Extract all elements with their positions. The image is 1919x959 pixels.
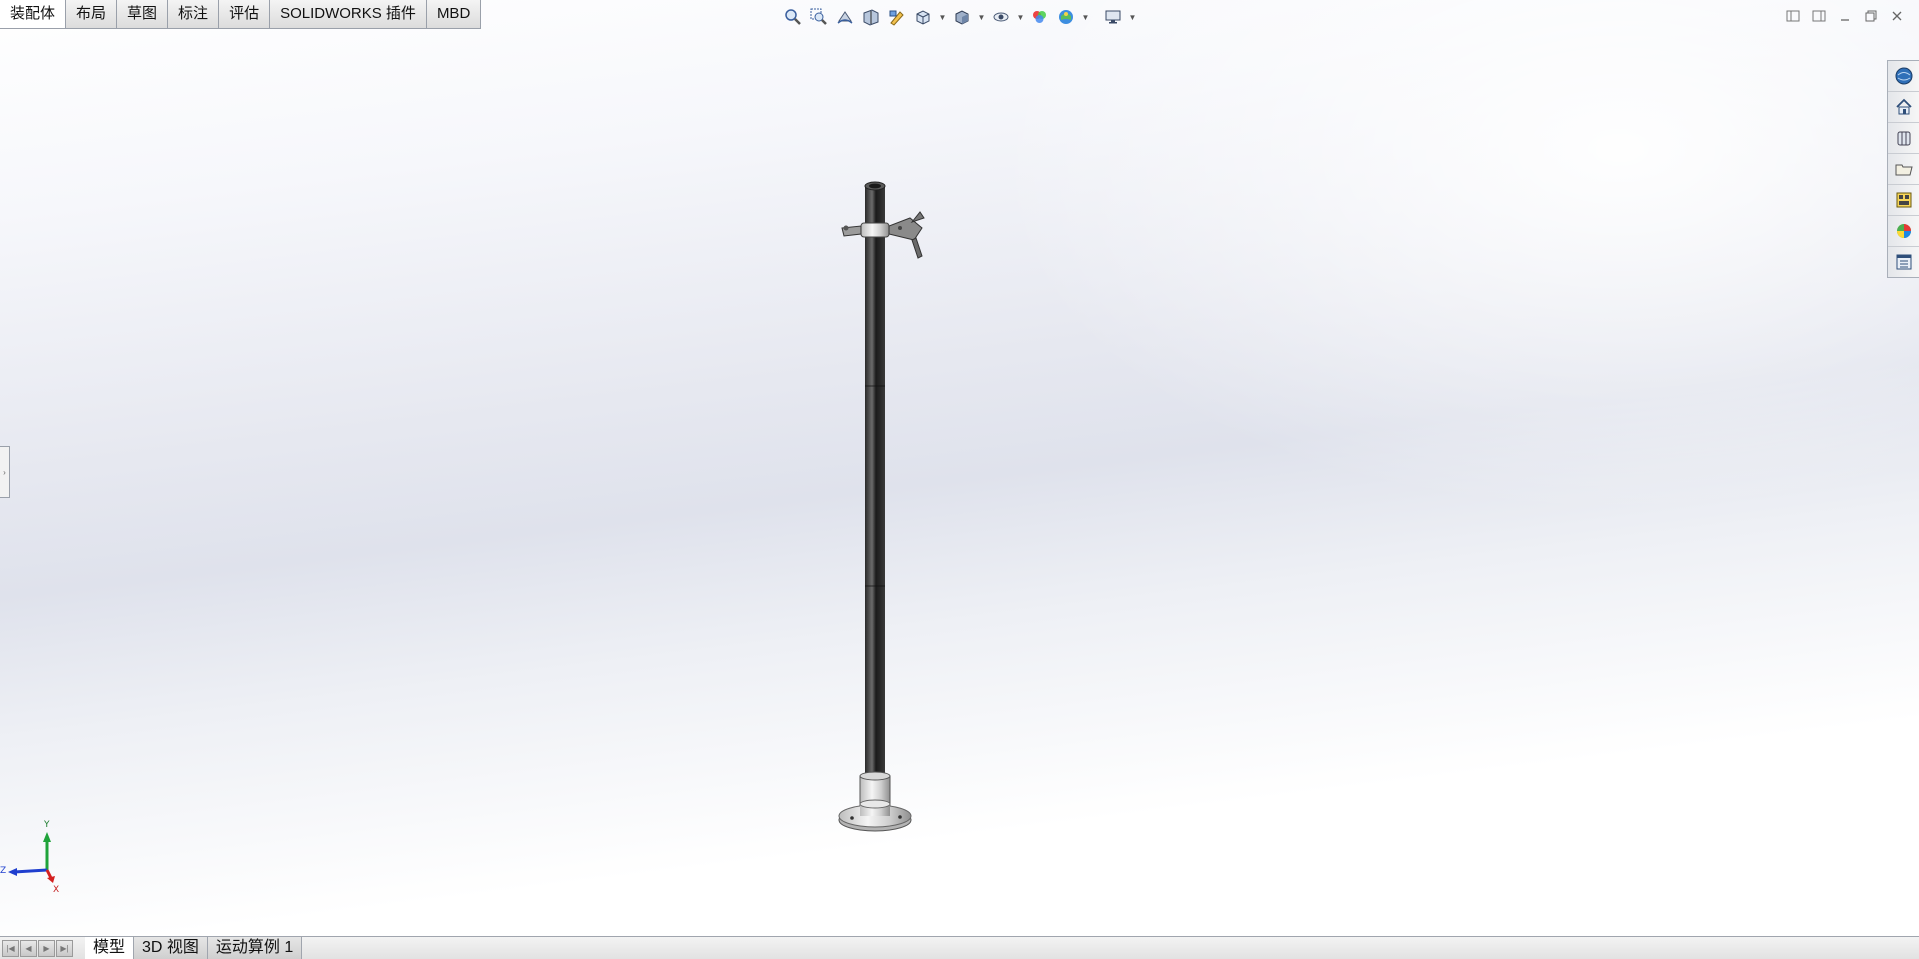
display-style-dropdown-icon[interactable]: ▼ (977, 6, 986, 28)
home-icon[interactable] (1888, 92, 1919, 123)
task-pane (1887, 60, 1919, 278)
reference-triad: Y Z X (0, 820, 59, 894)
feature-manager-expand-handle[interactable]: › (0, 446, 10, 498)
minimize-icon[interactable] (1835, 6, 1855, 26)
view-orientation-icon[interactable] (912, 6, 934, 28)
tile-right-icon[interactable] (1809, 6, 1829, 26)
triad-x-label: X (53, 885, 59, 894)
restore-icon[interactable] (1861, 6, 1881, 26)
next-tab-icon[interactable]: ▶ (38, 939, 55, 957)
command-manager-tabs: 装配体 布局 草图 标注 评估 SOLIDWORKS 插件 MBD (0, 0, 482, 29)
view-settings-icon[interactable] (1102, 6, 1124, 28)
close-icon[interactable] (1887, 6, 1907, 26)
section-view-icon[interactable] (860, 6, 882, 28)
tab-motion-study-1[interactable]: 运动算例 1 (207, 937, 303, 959)
tab-markup[interactable]: 标注 (168, 0, 220, 28)
solidworks-window: 装配体 布局 草图 标注 评估 SOLIDWORKS 插件 MBD ▼ ▼ ▼ … (0, 0, 1919, 959)
tab-solidworks-addins[interactable]: SOLIDWORKS 插件 (270, 0, 427, 28)
custom-properties-icon[interactable] (1888, 247, 1919, 277)
previous-tab-icon[interactable]: ◀ (20, 939, 37, 957)
hide-show-items-icon[interactable] (990, 6, 1012, 28)
tab-evaluate[interactable]: 评估 (219, 0, 271, 28)
display-style-icon[interactable] (951, 6, 973, 28)
bottom-tab-bar: |◀ ◀ ▶ ▶| 模型 3D 视图 运动算例 1 (0, 936, 1919, 959)
tab-sketch[interactable]: 草图 (117, 0, 169, 28)
tab-layout[interactable]: 布局 (66, 0, 118, 28)
apply-scene-dropdown-icon[interactable]: ▼ (1081, 6, 1090, 28)
zoom-to-area-icon[interactable] (808, 6, 830, 28)
expand-arrow-icon: › (3, 467, 6, 477)
first-tab-icon[interactable]: |◀ (2, 939, 19, 957)
view-palette-icon[interactable] (1888, 185, 1919, 216)
tile-left-icon[interactable] (1783, 6, 1803, 26)
tab-mbd[interactable]: MBD (426, 0, 482, 28)
previous-view-icon[interactable] (834, 6, 856, 28)
zoom-to-fit-icon[interactable] (782, 6, 804, 28)
view-settings-dropdown-icon[interactable]: ▼ (1128, 6, 1137, 28)
solidworks-resources-icon[interactable] (1888, 61, 1919, 92)
tab-assembly[interactable]: 装配体 (0, 0, 67, 28)
heads-up-view-toolbar: ▼ ▼ ▼ ▼ ▼ (782, 4, 1137, 30)
apply-scene-icon[interactable] (1055, 6, 1077, 28)
design-library-icon[interactable] (1888, 123, 1919, 154)
document-window-controls (1783, 6, 1907, 26)
triad-z-label: Z (0, 866, 6, 876)
pole-assembly-model[interactable] (830, 176, 950, 836)
tab-model[interactable]: 模型 (85, 937, 135, 959)
edit-appearance-icon[interactable] (1029, 6, 1051, 28)
file-explorer-icon[interactable] (1888, 154, 1919, 185)
triad-y-label: Y (43, 820, 50, 830)
appearances-scenes-icon[interactable] (1888, 216, 1919, 247)
view-orientation-dropdown-icon[interactable]: ▼ (938, 6, 947, 28)
last-tab-icon[interactable]: ▶| (56, 939, 73, 957)
dynamic-annotation-icon[interactable] (886, 6, 908, 28)
hide-show-dropdown-icon[interactable]: ▼ (1016, 6, 1025, 28)
tab-3d-views[interactable]: 3D 视图 (134, 937, 208, 959)
tab-scroll-arrows: |◀ ◀ ▶ ▶| (0, 937, 73, 959)
